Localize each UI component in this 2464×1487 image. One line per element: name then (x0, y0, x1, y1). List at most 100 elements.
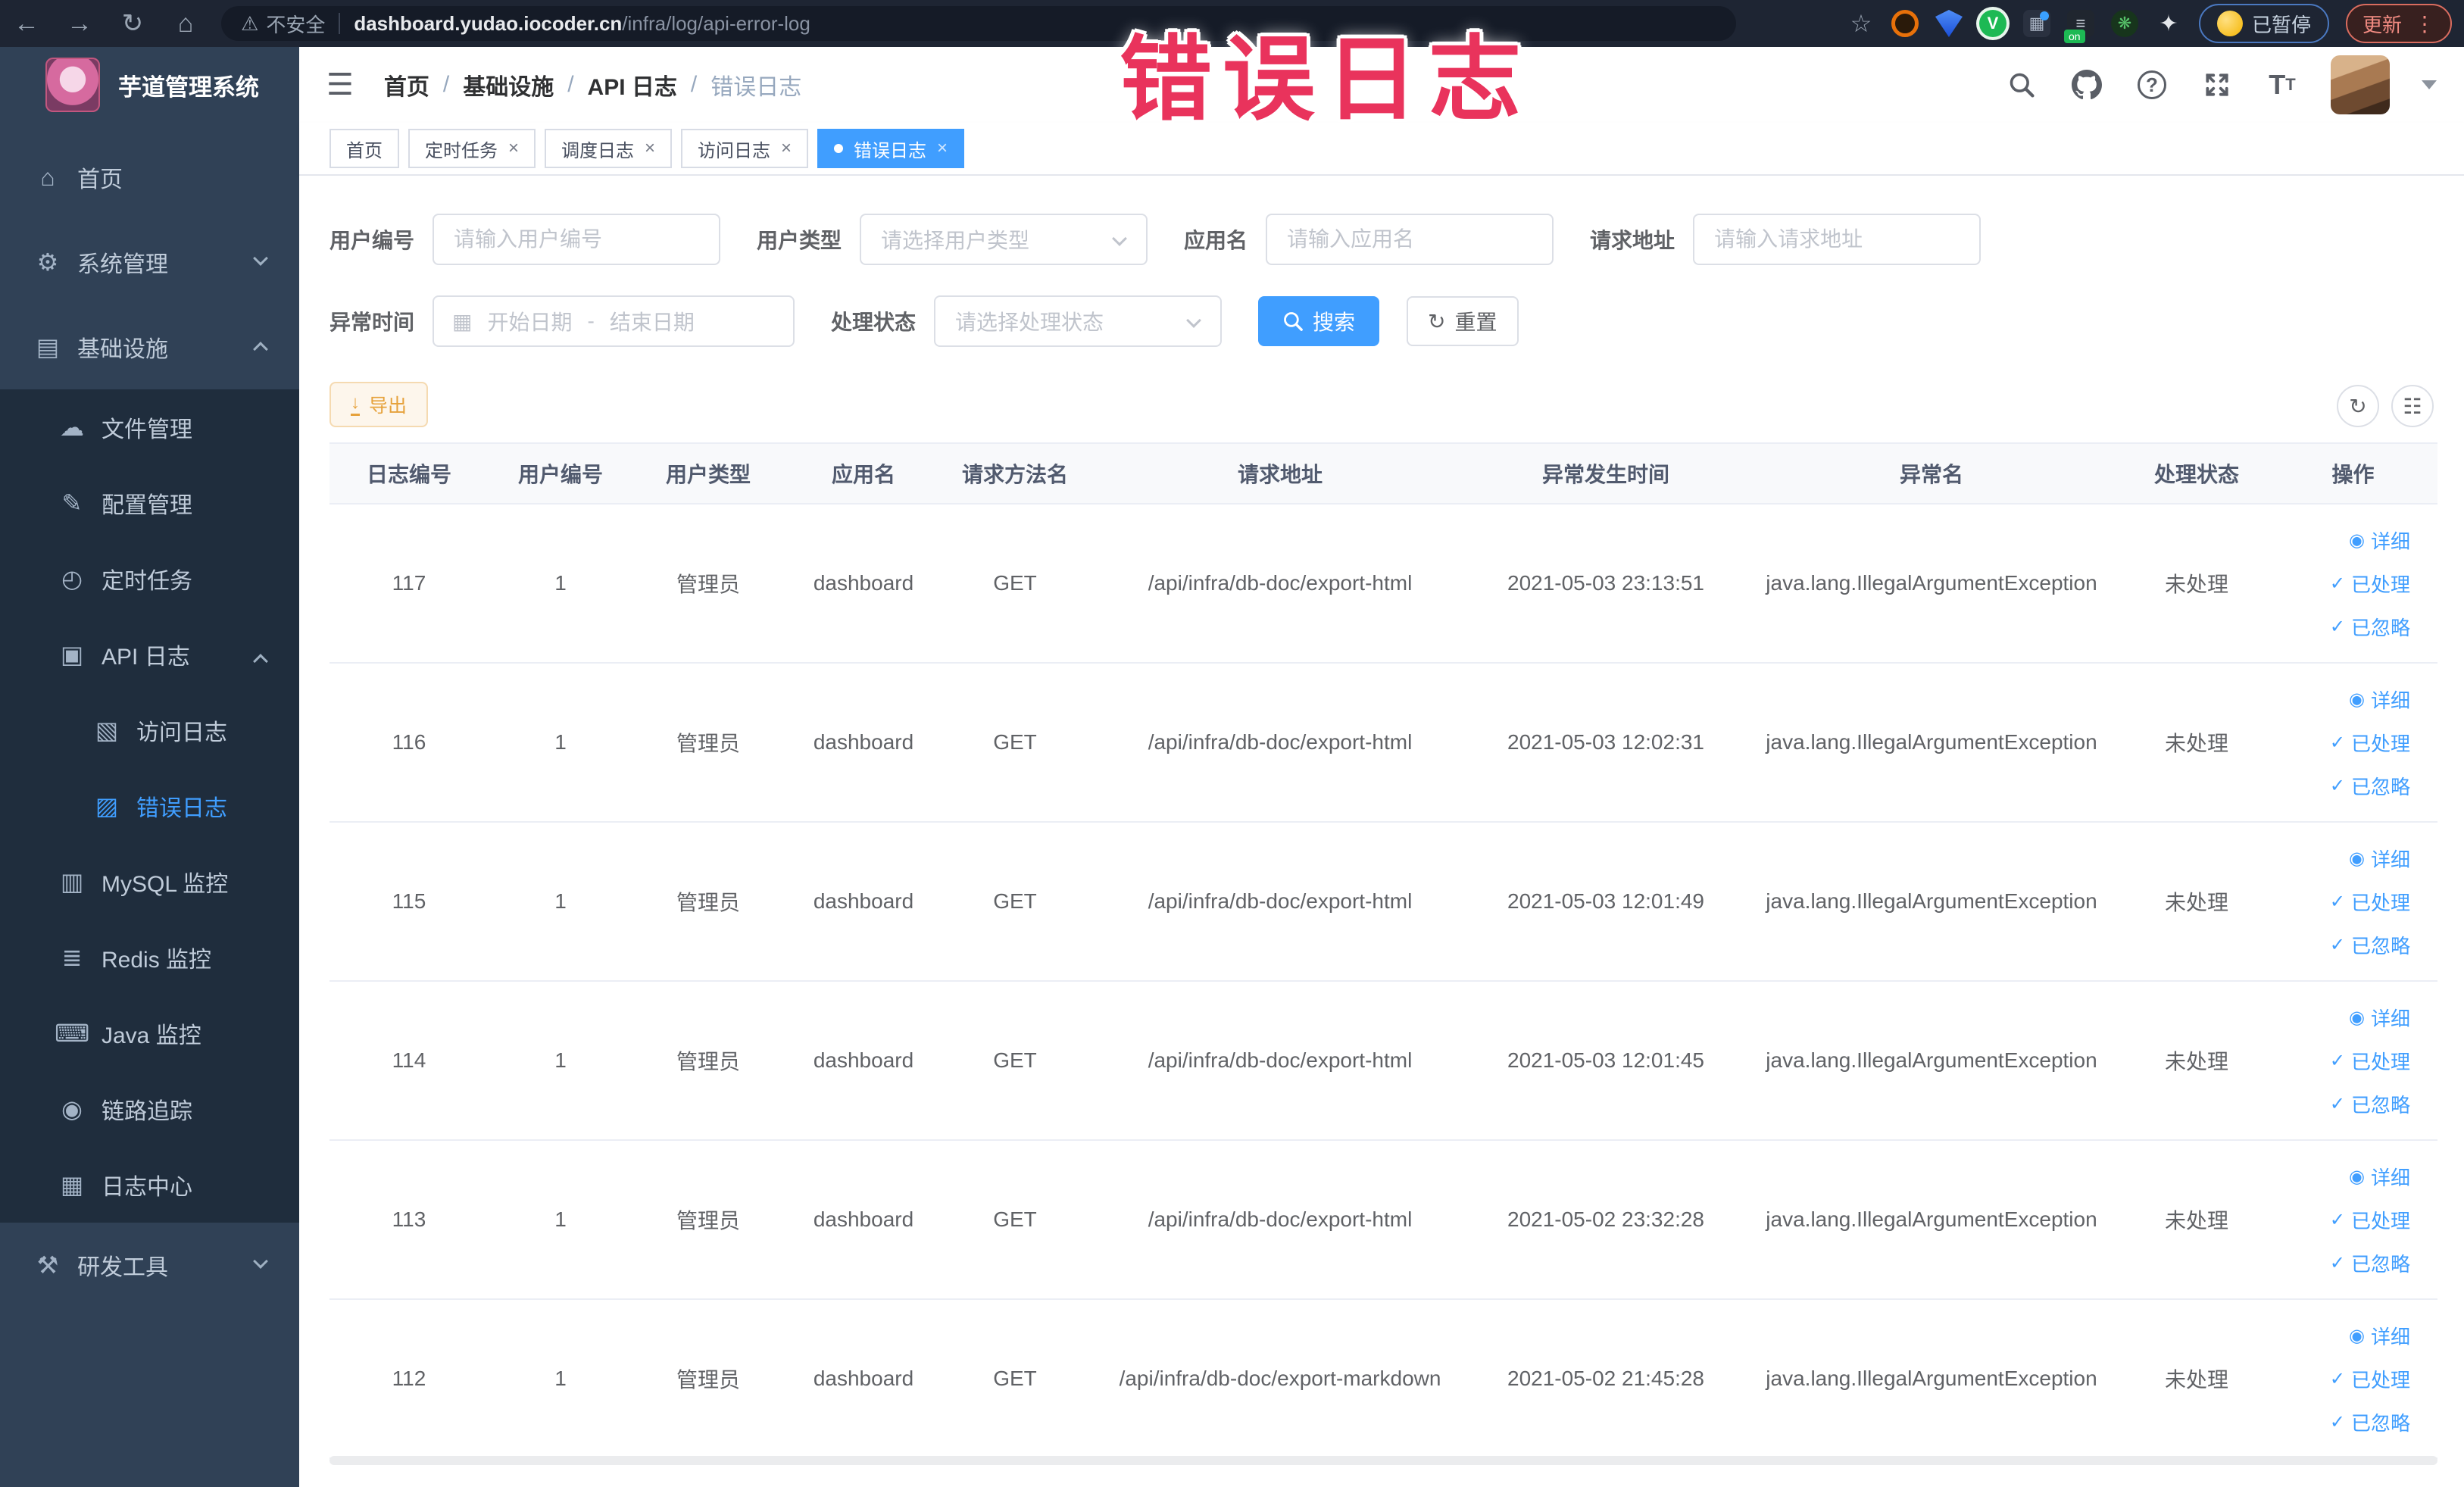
fullscreen-icon[interactable] (2200, 68, 2234, 102)
sidebar-item-研发工具[interactable]: ⚒ 研发工具 (0, 1223, 299, 1307)
sidebar-item-日志中心[interactable]: ▦ 日志中心 (0, 1147, 299, 1223)
export-button[interactable]: ↓ 导出 (329, 382, 429, 427)
user-id-input[interactable] (433, 214, 721, 265)
breadcrumb-item-首页[interactable]: 首页 (384, 68, 429, 102)
tag-close-icon[interactable]: × (508, 139, 519, 158)
cell-app_name: dashboard (784, 1299, 943, 1459)
tag-定时任务[interactable]: 定时任务 × (408, 129, 536, 168)
sidebar-item-API 日志[interactable]: ▣ API 日志 (0, 617, 299, 692)
action-详细[interactable]: ◉ 详细 (2269, 526, 2410, 555)
request-url-input[interactable] (1693, 214, 1982, 265)
font-size-icon[interactable]: TT (2266, 68, 2299, 102)
action-已忽略[interactable]: ✓ 已忽略 (2269, 1090, 2410, 1118)
browser-reload-icon[interactable]: ↻ (106, 8, 159, 39)
sidebar-item-Java 监控[interactable]: ⌨ Java 监控 (0, 995, 299, 1071)
extension-plant-icon[interactable]: ❋ (2110, 10, 2138, 37)
action-已处理[interactable]: ✓ 已处理 (2269, 1047, 2410, 1075)
horizontal-scrollbar[interactable] (329, 1456, 2437, 1465)
action-详细[interactable]: ◉ 详细 (2269, 1322, 2410, 1350)
download-icon: ↓ (351, 393, 360, 416)
submenu-API 日志: ▧ 访问日志 ▨ 错误日志 (0, 692, 299, 844)
search-button[interactable]: 搜索 (1258, 296, 1380, 346)
action-已处理[interactable]: ✓ 已处理 (2269, 1365, 2410, 1393)
exception-time-range-picker[interactable]: ▦ 开始日期 - 结束日期 (433, 295, 795, 347)
extensions-puzzle-icon[interactable]: ✦ (2155, 10, 2182, 37)
table-refresh-button[interactable]: ↻ (2337, 385, 2379, 427)
sidebar-item-MySQL 监控[interactable]: ▥ MySQL 监控 (0, 844, 299, 920)
user-avatar[interactable] (2331, 55, 2390, 114)
sidebar-item-访问日志[interactable]: ▧ 访问日志 (0, 692, 299, 768)
tag-调度日志[interactable]: 调度日志 × (545, 129, 673, 168)
action-已忽略[interactable]: ✓ 已忽略 (2269, 1408, 2410, 1436)
sidebar-item-错误日志[interactable]: ▨ 错误日志 (0, 768, 299, 844)
sidebar-item-文件管理[interactable]: ☁ 文件管理 (0, 389, 299, 465)
browser-home-icon[interactable]: ⌂ (159, 9, 212, 39)
cell-id: 115 (329, 822, 489, 982)
sidebar-item-链路追踪[interactable]: ◉ 链路追踪 (0, 1071, 299, 1147)
request-url-label: 请求地址 (1590, 229, 1675, 252)
sidebar-item-基础设施[interactable]: ▤ 基础设施 (0, 305, 299, 389)
sidebar-item-Redis 监控[interactable]: ≣ Redis 监控 (0, 920, 299, 995)
column-settings-button[interactable]: ☷ (2391, 385, 2434, 427)
chevron-down-icon (1186, 313, 1201, 328)
bookmark-star-icon[interactable]: ☆ (1847, 10, 1875, 37)
tag-close-icon[interactable]: × (937, 139, 948, 158)
sidebar-item-定时任务[interactable]: ◴ 定时任务 (0, 541, 299, 617)
browser-update-button[interactable]: 更新 ⋮ (2345, 4, 2452, 43)
browser-back-icon[interactable]: ← (0, 9, 53, 39)
tag-close-icon[interactable]: × (645, 139, 655, 158)
process-status-select[interactable]: 请选择处理状态 (934, 295, 1223, 347)
action-已忽略[interactable]: ✓ 已忽略 (2269, 1249, 2410, 1277)
app-name-input[interactable] (1266, 214, 1554, 265)
sidebar-item-配置管理[interactable]: ✎ 配置管理 (0, 465, 299, 541)
breadcrumb-item-基础设施[interactable]: 基础设施 (463, 68, 554, 102)
table-row-117: 117 1 管理员 dashboard GET/api/infra/db-doc/exp… (329, 504, 2437, 664)
tag-首页[interactable]: 首页 (329, 129, 399, 168)
cell-id: 112 (329, 1299, 489, 1459)
avatar-caret-down-icon[interactable] (2422, 80, 2437, 89)
extension-shield-icon[interactable] (1935, 10, 1963, 37)
sidebar-item-首页[interactable]: ⌂ 首页 (0, 135, 299, 220)
action-已忽略[interactable]: ✓ 已忽略 (2269, 772, 2410, 800)
profile-paused-chip[interactable]: 已暂停 (2198, 4, 2329, 43)
action-已处理[interactable]: ✓ 已处理 (2269, 1206, 2410, 1234)
tag-访问日志[interactable]: 访问日志 × (681, 129, 809, 168)
reset-refresh-icon: ↻ (1428, 309, 1446, 333)
cell-id: 116 (329, 663, 489, 823)
chevron-up-icon (253, 342, 268, 357)
docs-help-icon[interactable]: ? (2135, 68, 2169, 102)
github-icon[interactable] (2070, 68, 2103, 102)
extension-v-icon[interactable]: V (1978, 10, 2006, 37)
extension-grid-icon[interactable]: ▦ (2022, 10, 2050, 37)
scheduled-job-icon: ◴ (61, 565, 83, 592)
browser-forward-icon[interactable]: → (53, 9, 106, 39)
extension-icon[interactable] (1891, 10, 1919, 37)
tag-错误日志[interactable]: 错误日志 × (817, 129, 965, 168)
action-详细[interactable]: ◉ 详细 (2269, 1163, 2410, 1191)
table-body: 117 1 管理员 dashboard GET/api/infra/db-doc/exp… (329, 504, 2437, 1459)
action-已处理[interactable]: ✓ 已处理 (2269, 729, 2410, 757)
cell-time: 2021-05-03 23:13:51 (1473, 504, 1738, 664)
search-icon[interactable] (2005, 68, 2038, 102)
filter-row-2: 异常时间 ▦ 开始日期 - 结束日期 处理状态 请选择处理状态 搜索 ↻ 重置 (329, 295, 1519, 347)
exception-time-label: 异常时间 (329, 311, 415, 334)
tag-close-icon[interactable]: × (781, 139, 792, 158)
action-详细[interactable]: ◉ 详细 (2269, 686, 2410, 714)
reset-button[interactable]: ↻ 重置 (1407, 296, 1519, 346)
hamburger-icon[interactable]: ☰ (326, 67, 354, 102)
sidebar-logo-row[interactable]: 芋道管理系统 (0, 47, 299, 123)
action-已忽略[interactable]: ✓ 已忽略 (2269, 931, 2410, 959)
action-已处理[interactable]: ✓ 已处理 (2269, 888, 2410, 916)
detail-eye-icon: ◉ (2349, 1166, 2365, 1187)
extension-onoff-icon[interactable]: ≡ (2063, 10, 2094, 43)
breadcrumb-item-API 日志[interactable]: API 日志 (588, 68, 677, 102)
sidebar-item-系统管理[interactable]: ⚙ 系统管理 (0, 220, 299, 305)
ignored-check-icon: ✓ (2329, 1411, 2345, 1432)
address-bar[interactable]: ⚠ 不安全 dashboard.yudao.iocoder.cn /infra/… (221, 6, 1736, 41)
action-已忽略[interactable]: ✓ 已忽略 (2269, 613, 2410, 641)
action-详细[interactable]: ◉ 详细 (2269, 845, 2410, 873)
user-type-select[interactable]: 请选择用户类型 (860, 214, 1148, 265)
security-label[interactable]: 不安全 (266, 10, 325, 38)
action-详细[interactable]: ◉ 详细 (2269, 1004, 2410, 1032)
action-已处理[interactable]: ✓ 已处理 (2269, 570, 2410, 598)
